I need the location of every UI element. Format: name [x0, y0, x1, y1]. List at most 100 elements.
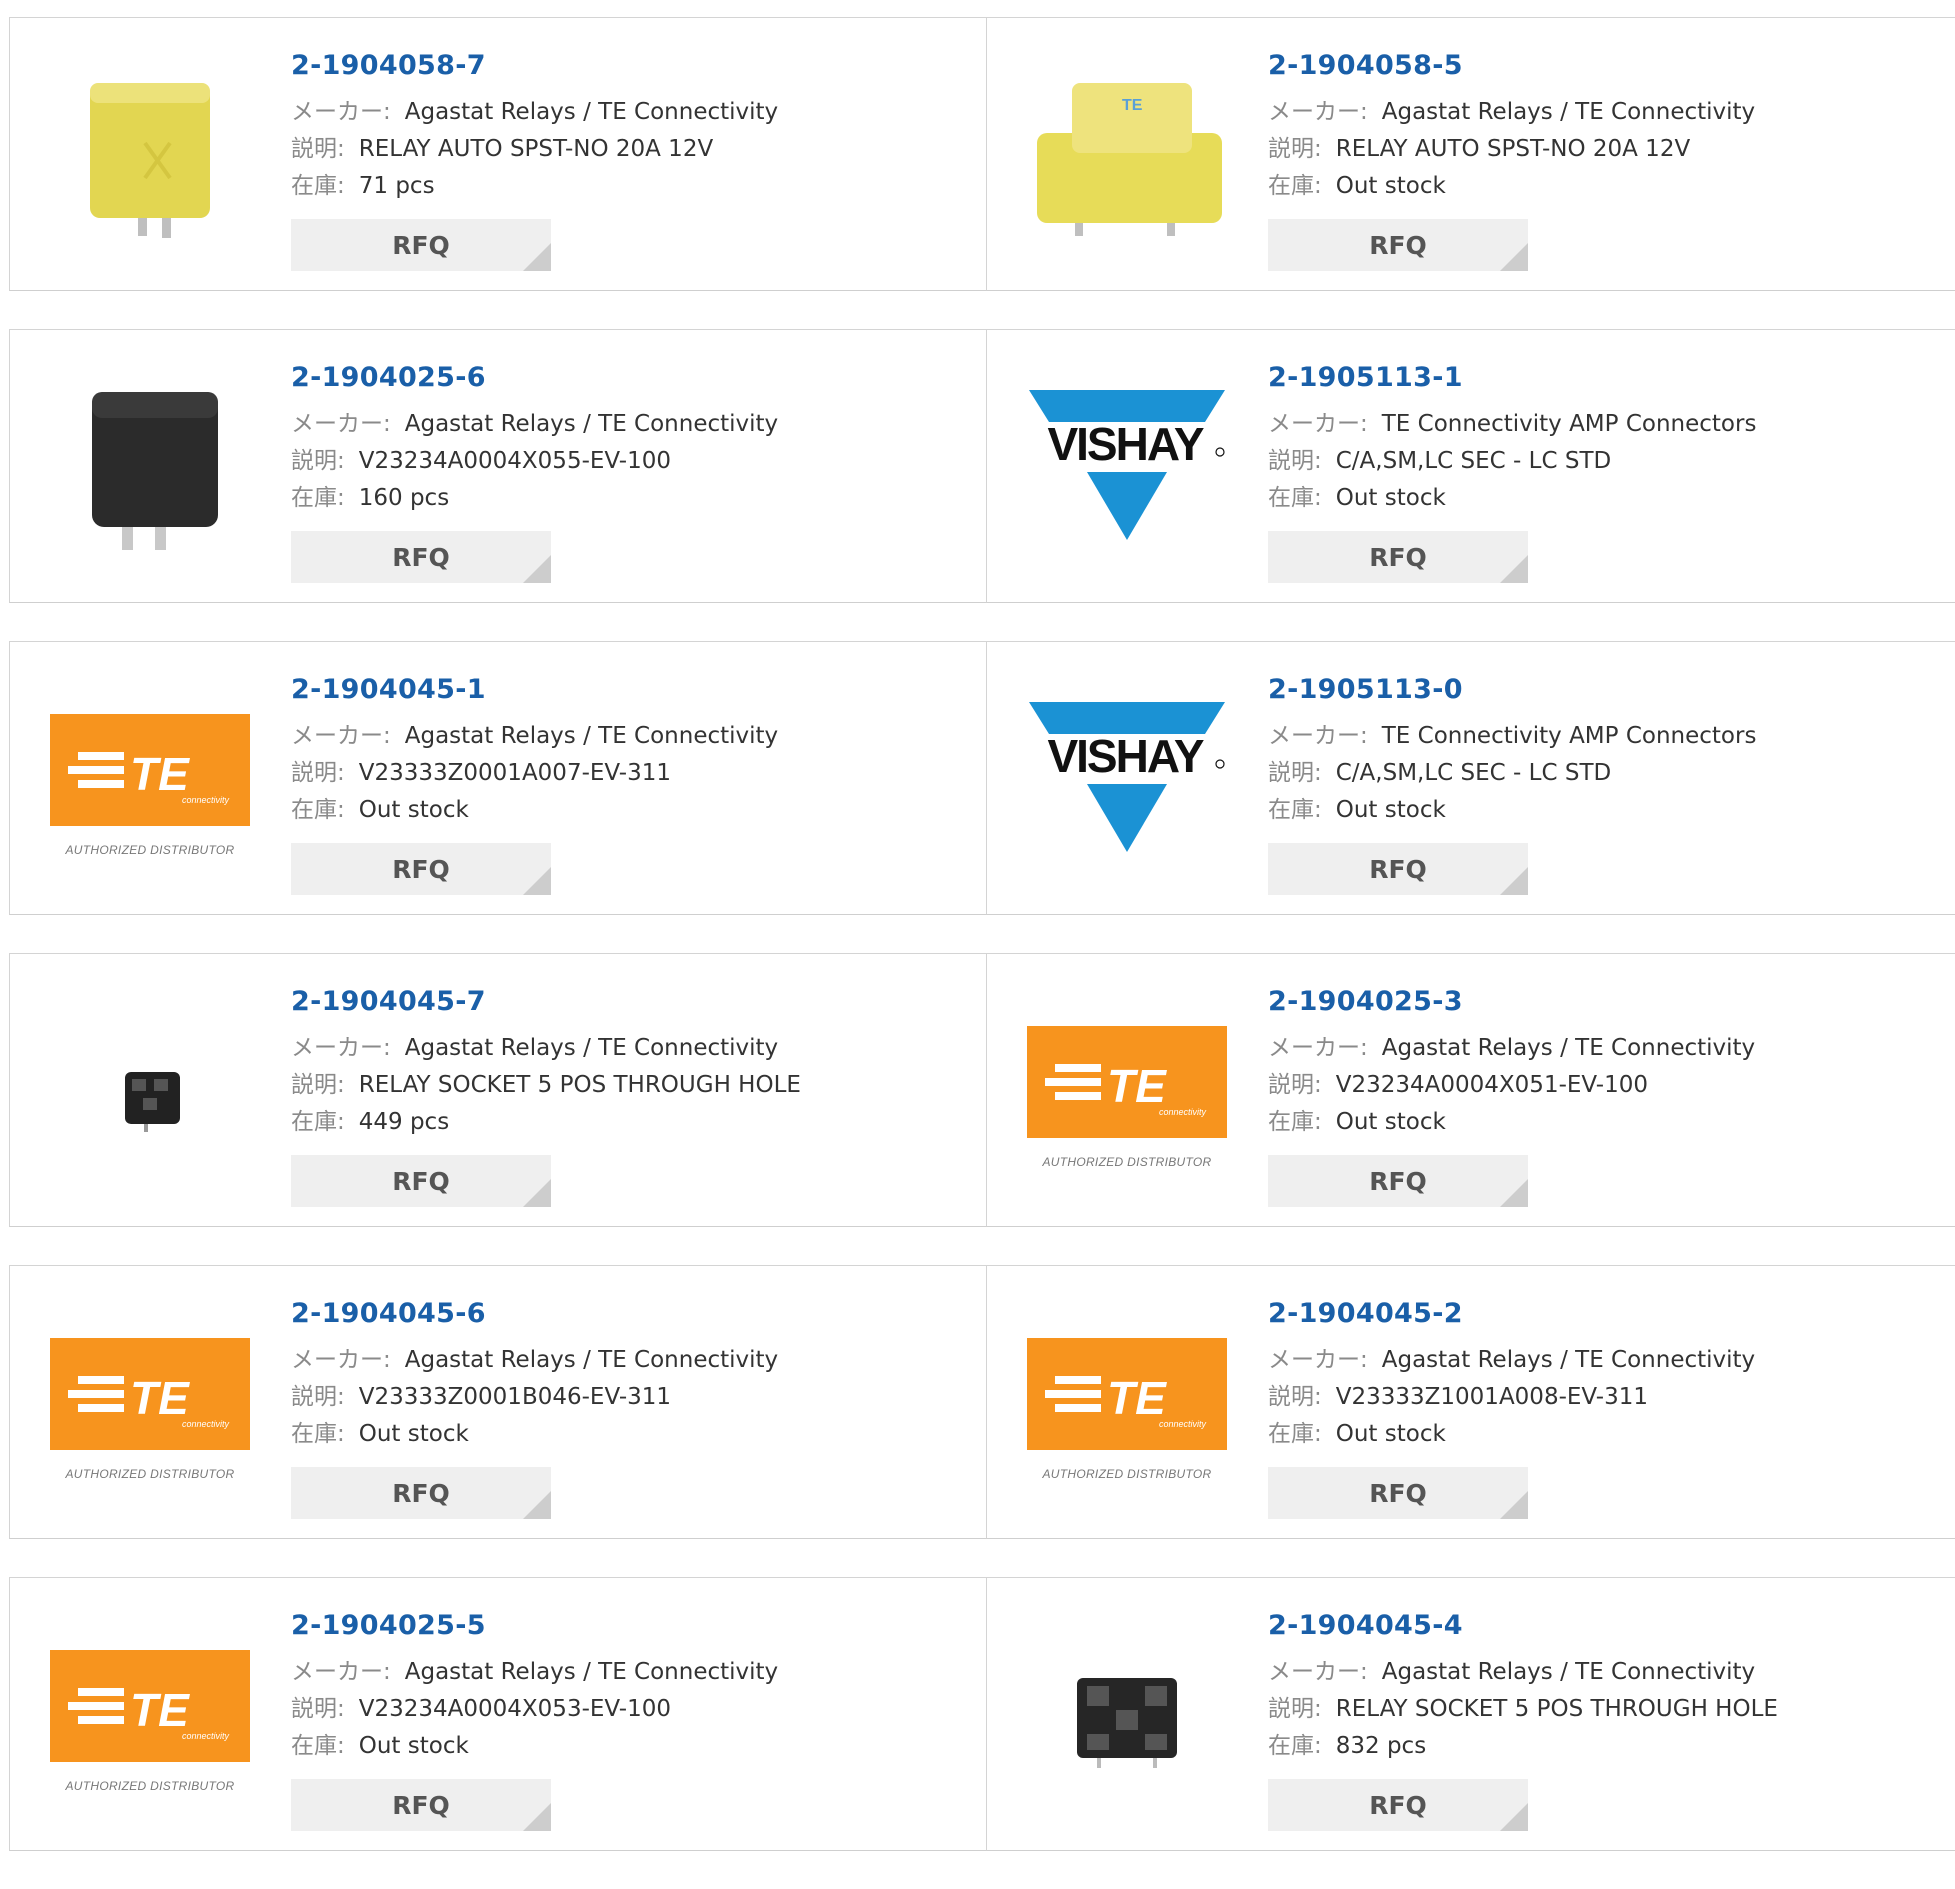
rfq-button[interactable]: RFQ	[1268, 1779, 1528, 1831]
small-socket-icon[interactable]	[50, 994, 250, 1194]
product-info: 2-1904058-7 メーカー: Agastat Relays / TE Con…	[291, 48, 971, 205]
part-number-link[interactable]: 2-1904045-4	[1268, 1608, 1948, 1654]
stock-line: 在庫: Out stock	[291, 1728, 971, 1765]
product-card: TE connectivity AUTHORIZED DISTRIBUTOR 2…	[9, 1577, 988, 1851]
rfq-button[interactable]: RFQ	[1268, 219, 1528, 271]
description-value: RELAY AUTO SPST-NO 20A 12V	[358, 136, 714, 162]
description-label: 説明:	[291, 136, 345, 162]
stock-value: Out stock	[358, 1733, 469, 1759]
maker-value: TE Connectivity AMP Connectors	[1381, 723, 1757, 749]
rfq-corner-decoration	[523, 555, 551, 583]
part-number-link[interactable]: 2-1904025-6	[291, 360, 971, 406]
te-logo[interactable]: TE connectivity AUTHORIZED DISTRIBUTOR	[1027, 994, 1227, 1194]
description-label: 説明:	[291, 1696, 345, 1722]
svg-text:connectivity: connectivity	[182, 1419, 230, 1429]
maker-line: メーカー: Agastat Relays / TE Connectivity	[291, 406, 971, 443]
rfq-label: RFQ	[392, 542, 450, 572]
part-number-link[interactable]: 2-1904045-7	[291, 984, 971, 1030]
product-info: 2-1904025-3 メーカー: Agastat Relays / TE Con…	[1268, 984, 1948, 1141]
description-value: C/A,SM,LC SEC - LC STD	[1335, 760, 1612, 786]
maker-value: Agastat Relays / TE Connectivity	[404, 411, 779, 437]
part-number-link[interactable]: 2-1904058-7	[291, 48, 971, 94]
yellow-flat-relay-icon[interactable]: TE	[1027, 58, 1227, 258]
rfq-label: RFQ	[1369, 1166, 1427, 1196]
te-logo[interactable]: TE connectivity AUTHORIZED DISTRIBUTOR	[1027, 1306, 1227, 1506]
stock-label: 在庫:	[1268, 1733, 1322, 1759]
part-number-link[interactable]: 2-1905113-0	[1268, 672, 1948, 718]
maker-line: メーカー: Agastat Relays / TE Connectivity	[1268, 1030, 1948, 1067]
part-number-link[interactable]: 2-1904045-6	[291, 1296, 971, 1342]
stock-value: Out stock	[1335, 1421, 1446, 1447]
stock-line: 在庫: 832 pcs	[1268, 1728, 1948, 1765]
maker-label: メーカー:	[1268, 1659, 1368, 1685]
stock-value: 449 pcs	[358, 1109, 450, 1135]
rfq-label: RFQ	[1369, 542, 1427, 572]
part-number-link[interactable]: 2-1904045-2	[1268, 1296, 1948, 1342]
stock-line: 在庫: Out stock	[1268, 792, 1948, 829]
svg-text:connectivity: connectivity	[1159, 1419, 1207, 1429]
maker-value: Agastat Relays / TE Connectivity	[404, 99, 779, 125]
rfq-button[interactable]: RFQ	[291, 1467, 551, 1519]
maker-label: メーカー:	[291, 723, 391, 749]
description-line: 説明: C/A,SM,LC SEC - LC STD	[1268, 443, 1948, 480]
rfq-button[interactable]: RFQ	[1268, 531, 1528, 583]
maker-value: Agastat Relays / TE Connectivity	[404, 1035, 779, 1061]
svg-text:AUTHORIZED DISTRIBUTOR: AUTHORIZED DISTRIBUTOR	[1041, 1467, 1211, 1481]
part-number-link[interactable]: 2-1904025-3	[1268, 984, 1948, 1030]
stock-line: 在庫: Out stock	[1268, 1104, 1948, 1141]
product-info: 2-1904045-4 メーカー: Agastat Relays / TE Con…	[1268, 1608, 1948, 1765]
rfq-button[interactable]: RFQ	[291, 219, 551, 271]
stock-line: 在庫: 71 pcs	[291, 168, 971, 205]
description-line: 説明: V23234A0004X055-EV-100	[291, 443, 971, 480]
maker-line: メーカー: Agastat Relays / TE Connectivity	[291, 1342, 971, 1379]
stock-line: 在庫: 449 pcs	[291, 1104, 971, 1141]
product-info: 2-1904025-5 メーカー: Agastat Relays / TE Con…	[291, 1608, 971, 1765]
rfq-button[interactable]: RFQ	[1268, 1467, 1528, 1519]
maker-line: メーカー: Agastat Relays / TE Connectivity	[291, 94, 971, 131]
vishay-logo[interactable]: VISHAY	[1027, 370, 1227, 570]
stock-label: 在庫:	[1268, 1109, 1322, 1135]
product-info: 2-1904058-5 メーカー: Agastat Relays / TE Con…	[1268, 48, 1948, 205]
maker-label: メーカー:	[291, 1035, 391, 1061]
product-card: 2-1904045-4 メーカー: Agastat Relays / TE Con…	[986, 1577, 1955, 1851]
rfq-button[interactable]: RFQ	[291, 1155, 551, 1207]
rfq-button[interactable]: RFQ	[291, 1779, 551, 1831]
rfq-button[interactable]: RFQ	[291, 531, 551, 583]
te-logo[interactable]: TE connectivity AUTHORIZED DISTRIBUTOR	[50, 1306, 250, 1506]
rfq-corner-decoration	[1500, 1491, 1528, 1519]
part-number-link[interactable]: 2-1904025-5	[291, 1608, 971, 1654]
stock-value: Out stock	[1335, 485, 1446, 511]
black-relay-icon[interactable]	[50, 370, 250, 570]
te-logo[interactable]: TE connectivity AUTHORIZED DISTRIBUTOR	[50, 1618, 250, 1818]
description-label: 説明:	[1268, 1072, 1322, 1098]
vishay-logo[interactable]: VISHAY	[1027, 682, 1227, 882]
product-card: TE connectivity AUTHORIZED DISTRIBUTOR 2…	[9, 641, 988, 915]
stock-line: 在庫: Out stock	[1268, 1416, 1948, 1453]
description-line: 説明: RELAY AUTO SPST-NO 20A 12V	[291, 131, 971, 168]
black-socket-icon[interactable]	[1027, 1618, 1227, 1818]
part-number-link[interactable]: 2-1905113-1	[1268, 360, 1948, 406]
description-line: 説明: V23333Z0001A007-EV-311	[291, 755, 971, 792]
svg-text:VISHAY: VISHAY	[1047, 418, 1203, 470]
te-logo[interactable]: TE connectivity AUTHORIZED DISTRIBUTOR	[50, 682, 250, 882]
rfq-corner-decoration	[523, 1179, 551, 1207]
stock-label: 在庫:	[291, 1733, 345, 1759]
svg-text:AUTHORIZED DISTRIBUTOR: AUTHORIZED DISTRIBUTOR	[1041, 1155, 1211, 1169]
rfq-button[interactable]: RFQ	[1268, 1155, 1528, 1207]
description-line: 説明: RELAY AUTO SPST-NO 20A 12V	[1268, 131, 1948, 168]
description-value: C/A,SM,LC SEC - LC STD	[1335, 448, 1612, 474]
svg-text:TE: TE	[130, 1684, 190, 1736]
maker-value: Agastat Relays / TE Connectivity	[404, 723, 779, 749]
part-number-link[interactable]: 2-1904045-1	[291, 672, 971, 718]
rfq-button[interactable]: RFQ	[1268, 843, 1528, 895]
maker-label: メーカー:	[1268, 723, 1368, 749]
product-card: 2-1904045-7 メーカー: Agastat Relays / TE Con…	[9, 953, 988, 1227]
product-card: 2-1904025-6 メーカー: Agastat Relays / TE Con…	[9, 329, 988, 603]
rfq-label: RFQ	[1369, 854, 1427, 884]
maker-value: Agastat Relays / TE Connectivity	[1381, 1347, 1756, 1373]
stock-value: 160 pcs	[358, 485, 450, 511]
yellow-relay-icon[interactable]	[50, 58, 250, 258]
rfq-button[interactable]: RFQ	[291, 843, 551, 895]
product-card: VISHAY 2-1905113-1 メーカー: TE Connectivity …	[986, 329, 1955, 603]
part-number-link[interactable]: 2-1904058-5	[1268, 48, 1948, 94]
